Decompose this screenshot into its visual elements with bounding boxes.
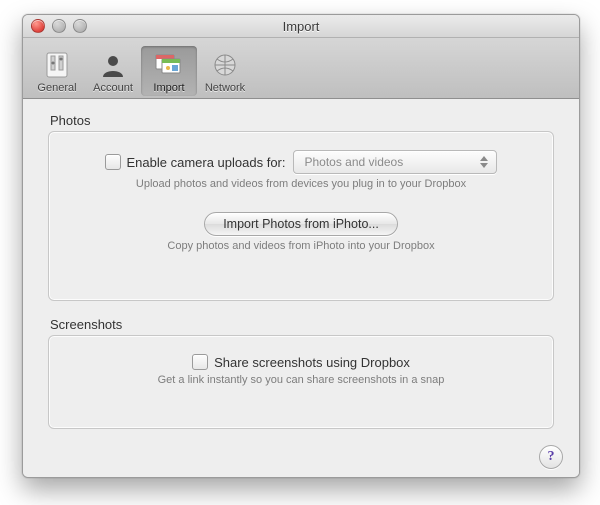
tab-account[interactable]: Account — [85, 46, 141, 96]
screenshots-legend: Screenshots — [50, 317, 554, 332]
upload-type-value: Photos and videos — [304, 155, 403, 169]
import-from-iphoto-button[interactable]: Import Photos from iPhoto... — [204, 212, 398, 236]
enable-camera-uploads-checkbox[interactable] — [105, 154, 121, 170]
window-body: Photos Enable camera uploads for: Photos… — [23, 99, 579, 478]
enable-camera-uploads-row: Enable camera uploads for: Photos and vi… — [67, 150, 535, 174]
tab-general[interactable]: General — [29, 46, 85, 96]
toolbar: General Account — [23, 38, 579, 99]
minimize-window-button[interactable] — [52, 19, 66, 33]
share-screenshots-row: Share screenshots using Dropbox — [67, 354, 535, 370]
enable-camera-uploads-label: Enable camera uploads for: — [127, 155, 286, 170]
photos-legend: Photos — [50, 113, 554, 128]
import-from-iphoto-label: Import Photos from iPhoto... — [223, 217, 379, 231]
zoom-window-button[interactable] — [73, 19, 87, 33]
tab-label: Network — [197, 82, 253, 94]
share-screenshots-checkbox[interactable] — [192, 354, 208, 370]
window-title: Import — [283, 19, 320, 34]
import-icon — [141, 50, 197, 80]
tab-import[interactable]: Import — [141, 46, 197, 96]
import-iphoto-hint: Copy photos and videos from iPhoto into … — [67, 240, 535, 252]
tab-network[interactable]: Network — [197, 46, 253, 96]
close-window-button[interactable] — [31, 19, 45, 33]
account-icon — [85, 50, 141, 80]
screenshots-frame: Share screenshots using Dropbox Get a li… — [48, 335, 554, 429]
titlebar: Import — [23, 15, 579, 38]
select-stepper-icon — [477, 153, 491, 171]
tab-label: Import — [141, 82, 197, 94]
help-icon: ? — [548, 449, 555, 465]
camera-upload-hint: Upload photos and videos from devices yo… — [67, 178, 535, 190]
upload-type-select[interactable]: Photos and videos — [293, 150, 497, 174]
help-button[interactable]: ? — [539, 445, 563, 469]
share-screenshots-hint: Get a link instantly so you can share sc… — [67, 374, 535, 386]
preferences-window: Import General — [22, 14, 580, 478]
general-icon — [29, 50, 85, 80]
share-screenshots-label: Share screenshots using Dropbox — [214, 355, 410, 370]
window-controls — [31, 19, 87, 33]
photos-group: Photos Enable camera uploads for: Photos… — [48, 113, 554, 301]
photos-frame: Enable camera uploads for: Photos and vi… — [48, 131, 554, 301]
network-icon — [197, 50, 253, 80]
screenshots-group: Screenshots Share screenshots using Drop… — [48, 317, 554, 429]
tab-label: Account — [85, 82, 141, 94]
tab-label: General — [29, 82, 85, 94]
